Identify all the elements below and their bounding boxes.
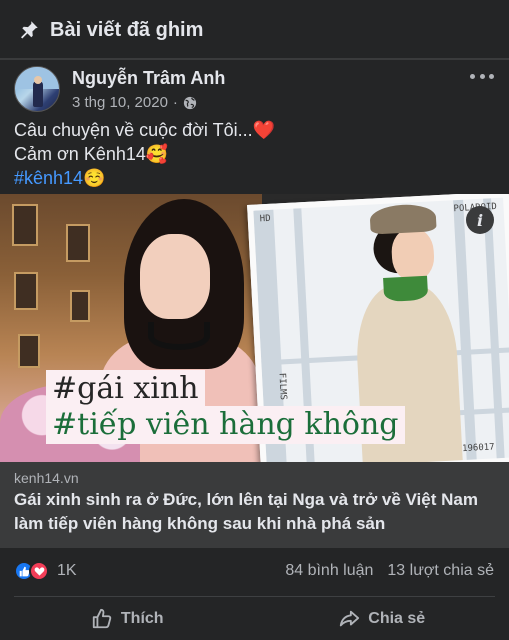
- info-icon[interactable]: i: [466, 206, 494, 234]
- link-title[interactable]: Gái xinh sinh ra ở Đức, lớn lên tại Nga …: [14, 488, 495, 536]
- love-reaction-icon: [29, 561, 49, 581]
- author-name[interactable]: Nguyễn Trâm Anh: [72, 68, 225, 89]
- shares-count[interactable]: 13 lượt chia sẻ: [387, 562, 494, 580]
- pinned-title: Bài viết đã ghim: [50, 18, 204, 41]
- more-options-icon[interactable]: [470, 70, 494, 82]
- photo-label: HD: [259, 213, 271, 225]
- photo-label: 196017: [461, 442, 495, 455]
- comments-count[interactable]: 84 bình luận: [285, 562, 373, 580]
- reactions-summary: 1K 84 bình luận 13 lượt chia sẻ: [14, 556, 494, 586]
- image-overlay-text: #tiếp viên hàng không: [46, 406, 405, 444]
- reaction-icons[interactable]: [14, 561, 49, 581]
- pin-icon: [21, 21, 38, 39]
- pinned-posts-header: Bài viết đã ghim: [0, 0, 509, 60]
- hashtag-link[interactable]: #kênh14☺️: [14, 166, 494, 190]
- reaction-count[interactable]: 1K: [57, 562, 77, 580]
- like-label: Thích: [120, 609, 164, 627]
- photo-label: FILMS: [276, 372, 288, 401]
- globe-icon: [183, 96, 197, 109]
- post-header: Nguyễn Trâm Anh 3 thg 10, 2020 ·: [14, 66, 494, 114]
- post-meta: 3 thg 10, 2020 ·: [72, 94, 197, 111]
- engagement-stats: 84 bình luận 13 lượt chia sẻ: [285, 562, 494, 580]
- image-overlay-text: #gái xinh: [46, 370, 205, 408]
- post-caption: Câu chuyện về cuộc đời Tôi...❤️ Cảm ơn K…: [14, 118, 494, 190]
- share-button[interactable]: Chia sẻ: [255, 597, 509, 640]
- caption-line: Cảm ơn Kênh14🥰: [14, 144, 169, 164]
- caption-line: Câu chuyện về cuộc đời Tôi...❤️: [14, 120, 276, 140]
- link-preview[interactable]: kenh14.vn Gái xinh sinh ra ở Đức, lớn lê…: [0, 462, 509, 548]
- thumbs-up-icon: [92, 608, 112, 628]
- like-button[interactable]: Thích: [0, 597, 255, 640]
- link-domain: kenh14.vn: [14, 470, 79, 486]
- share-icon: [340, 610, 360, 626]
- post-actions: Thích Chia sẻ: [0, 597, 509, 640]
- meta-separator: ·: [172, 94, 178, 111]
- share-label: Chia sẻ: [368, 609, 426, 627]
- post-date[interactable]: 3 thg 10, 2020: [72, 94, 168, 111]
- link-image[interactable]: HD POLAROID FILMS 196017 #gái xinh #tiếp…: [0, 194, 509, 462]
- avatar[interactable]: [14, 66, 60, 112]
- post-card: Nguyễn Trâm Anh 3 thg 10, 2020 · Câu chu…: [0, 60, 509, 640]
